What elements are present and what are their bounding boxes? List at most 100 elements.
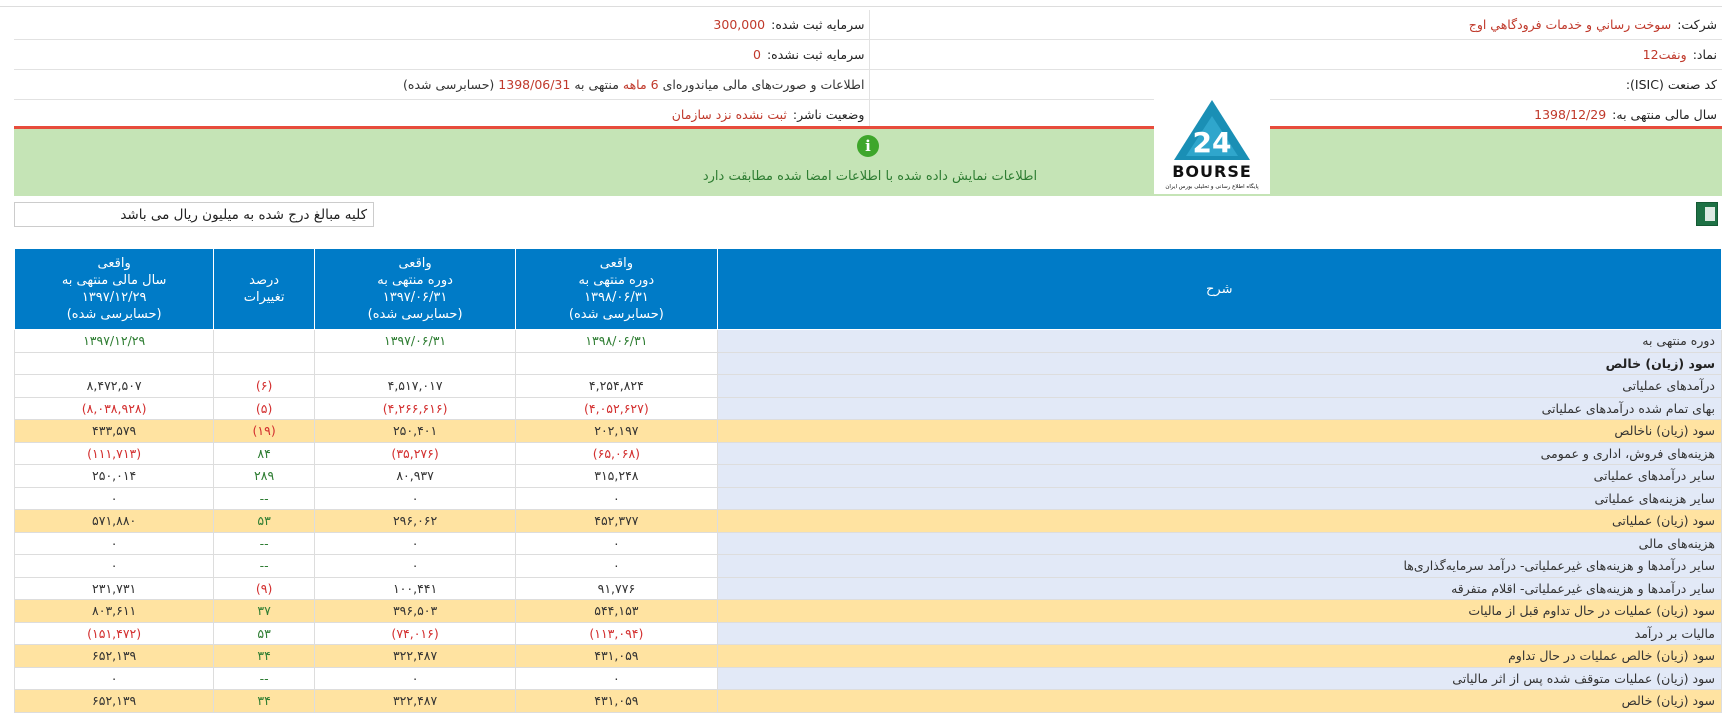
row-description: هزینه‌های مالی (716, 531, 1722, 555)
publisher-status-label: وضعیت ناشر: (792, 107, 865, 122)
table-row: سود (زیان) خالص (13, 351, 1722, 375)
value-1397-12: (۱۵۱,۴۷۲) (13, 621, 215, 645)
value-1397-06: ۰ (313, 554, 517, 578)
row-description: سود (زیان) عملیات در حال تداوم قبل از ما… (716, 599, 1722, 623)
table-row: سایر درآمدهای عملیاتی ۳۱۵,۲۴۸ ۸۰,۹۳۷ ۲۸۹ ۲۵۰… (13, 464, 1722, 488)
table-header-row: شرح واقعی دوره منتهی به ۱۳۹۸/۰۶/۳۱ (حساب… (13, 248, 1722, 330)
info-icon: i (857, 135, 879, 157)
symbol-value: ونفت12 (1642, 47, 1687, 62)
company-cell: شرکت: سوخت رساني و خدمات فرودگاهي اوج (870, 10, 1722, 39)
value-1397-12: ۸۰۳,۶۱۱ (13, 599, 215, 623)
unregistered-capital-value: 0 (753, 47, 761, 62)
row-description: مالیات بر درآمد (716, 621, 1722, 645)
report-text-3: (حسابرسی شده) (403, 77, 495, 92)
value-1398-06: ۰ (515, 666, 718, 690)
value-1398-06: (۶۵,۰۶۸) (515, 441, 718, 465)
value-1398-06: ۴۵۲,۳۷۷ (515, 509, 718, 533)
value-1397-06: ۴,۵۱۷,۰۱۷ (313, 374, 517, 398)
table-row: سود (زیان) خالص عملیات در حال تداوم ۴۳۱,۰… (13, 644, 1722, 668)
row-description: سود (زیان) خالص (716, 689, 1722, 713)
header-col4: واقعی سال مالی منتهی به ۱۳۹۷/۱۲/۲۹ (حساب… (13, 248, 215, 330)
report-text-1: اطلاعات و صورت‌های مالی میاندوره‌ای (662, 77, 865, 92)
value-1397-12: ۰ (13, 666, 215, 690)
value-1398-06: ۲۰۲,۱۹۷ (515, 419, 718, 443)
unit-note: کلیه مبالغ درج شده به میلیون ریال می باش… (14, 202, 374, 227)
unregistered-capital-label: سرمایه ثبت نشده: (766, 47, 865, 62)
change-percent: (۹) (213, 576, 315, 600)
value-1397-06: ۲۹۶,۰۶۲ (313, 509, 517, 533)
value-1397-06: (۳۵,۲۷۶) (313, 441, 517, 465)
value-1398-06: ۴۳۱,۰۵۹ (515, 644, 718, 668)
change-percent: ۲۸۹ (213, 464, 315, 488)
row-description: سود (زیان) ناخالص (716, 419, 1722, 443)
info-row-symbol: نماد: ونفت12 سرمایه ثبت نشده: 0 (14, 40, 1722, 70)
change-percent: ۵۳ (213, 621, 315, 645)
company-info: شرکت: سوخت رساني و خدمات فرودگاهي اوج سر… (14, 10, 1722, 130)
table-row: دوره منتهی به ۱۳۹۸/۰۶/۳۱ ۱۳۹۷/۰۶/۳۱ ۱۳۹۷/۱۲… (13, 329, 1722, 353)
excel-export-icon[interactable] (1696, 202, 1718, 226)
table-row: سایر درآمدها و هزینه‌های غیرعملیاتی- اقل… (13, 576, 1722, 600)
table-row: هزینه‌های فروش، اداری و عمومی (۶۵,۰۶۸) (۳۵… (13, 441, 1722, 465)
change-percent: ۳۴ (213, 689, 315, 713)
value-1397-12: ۰ (13, 531, 215, 555)
table-row: سود (زیان) خالص ۴۳۱,۰۵۹ ۳۲۲,۴۸۷ ۳۴ ۶۵۲,۱۳۹ (13, 689, 1722, 713)
value-1397-06: ۱۰۰,۴۴۱ (313, 576, 517, 600)
value-1397-12: ۶۵۲,۱۳۹ (13, 644, 215, 668)
header-col2: واقعی دوره منتهی به ۱۳۹۷/۰۶/۳۱ (حسابرسی … (313, 248, 517, 330)
row-description: درآمدهای عملیاتی (716, 374, 1722, 398)
value-1397-06: ۱۳۹۷/۰۶/۳۱ (313, 329, 517, 353)
row-description: دوره منتهی به (716, 329, 1722, 353)
value-1397-06: ۲۵۰,۴۰۱ (313, 419, 517, 443)
value-1397-12: ۰ (13, 554, 215, 578)
registered-capital-cell: سرمایه ثبت شده: 300,000 (14, 10, 871, 39)
value-1397-06: ۸۰,۹۳۷ (313, 464, 517, 488)
value-1397-06: ۳۲۲,۴۸۷ (313, 689, 517, 713)
table-row: سود (زیان) عملیات متوقف شده پس از اثر ما… (13, 666, 1722, 690)
row-description: سود (زیان) عملیات متوقف شده پس از اثر ما… (716, 666, 1722, 690)
value-1398-06: ۴۳۱,۰۵۹ (515, 689, 718, 713)
change-percent: -- (213, 531, 315, 555)
value-1397-12 (13, 351, 215, 375)
row-description: بهای تمام شده درآمدهای عملیاتی (716, 396, 1722, 420)
value-1397-12: ۲۳۱,۷۳۱ (13, 576, 215, 600)
change-percent: ۳۴ (213, 644, 315, 668)
value-1397-06: ۰ (313, 531, 517, 555)
change-percent: ۳۷ (213, 599, 315, 623)
value-1397-06: ۰ (313, 666, 517, 690)
row-description: سایر درآمدها و هزینه‌های غیرعملیاتی- درآ… (716, 554, 1722, 578)
value-1397-06 (313, 351, 517, 375)
value-1397-12: ۵۷۱,۸۸۰ (13, 509, 215, 533)
row-description: سایر درآمدهای عملیاتی (716, 464, 1722, 488)
unregistered-capital-cell: سرمایه ثبت نشده: 0 (14, 40, 871, 69)
table-row: درآمدهای عملیاتی ۴,۲۵۴,۸۲۴ ۴,۵۱۷,۰۱۷ (۶) ۸,۴… (13, 374, 1722, 398)
bourse24-logo[interactable]: 24 BOURSE پایگاه اطلاع رسانی و تحلیلی بو… (1154, 86, 1270, 194)
value-1398-06: ۰ (515, 531, 718, 555)
report-period: 6 ماهه (622, 77, 659, 92)
change-percent: -- (213, 486, 315, 510)
table-row: سود (زیان) عملیاتی ۴۵۲,۳۷۷ ۲۹۶,۰۶۲ ۵۳ ۵۷۱,۸۸… (13, 509, 1722, 533)
publisher-status-value: ثبت نشده نزد سازمان (671, 107, 787, 122)
value-1398-06: ۹۱,۷۷۶ (515, 576, 718, 600)
table-row: سود (زیان) عملیات در حال تداوم قبل از ما… (13, 599, 1722, 623)
change-percent: ۵۳ (213, 509, 315, 533)
row-description: هزینه‌های فروش، اداری و عمومی (716, 441, 1722, 465)
change-percent (213, 351, 315, 375)
fiscal-year-cell: سال مالی منتهی به: 1398/12/29 (870, 100, 1722, 129)
table-row: سایر درآمدها و هزینه‌های غیرعملیاتی- درآ… (13, 554, 1722, 578)
change-percent: -- (213, 666, 315, 690)
header-desc: شرح (716, 248, 1722, 330)
change-percent: (۶) (213, 374, 315, 398)
info-row-isic: کد صنعت (ISIC): اطلاعات و صورت‌های مالی … (14, 70, 1722, 100)
logo-tagline: پایگاه اطلاع رسانی و تحلیلی بورس ایران (1165, 183, 1259, 190)
change-percent: (۵) (213, 396, 315, 420)
value-1397-06: ۳۲۲,۴۸۷ (313, 644, 517, 668)
value-1398-06: ۱۳۹۸/۰۶/۳۱ (515, 329, 718, 353)
value-1398-06: ۴,۲۵۴,۸۲۴ (515, 374, 718, 398)
logo-number: 24 (1193, 126, 1232, 159)
row-description: سود (زیان) خالص (716, 351, 1722, 375)
row-description: سایر هزینه‌های عملیاتی (716, 486, 1722, 510)
value-1398-06: ۵۴۴,۱۵۳ (515, 599, 718, 623)
value-1398-06: (۱۱۳,۰۹۴) (515, 621, 718, 645)
company-name: سوخت رساني و خدمات فرودگاهي اوج (1468, 17, 1672, 32)
value-1397-12: ۰ (13, 486, 215, 510)
